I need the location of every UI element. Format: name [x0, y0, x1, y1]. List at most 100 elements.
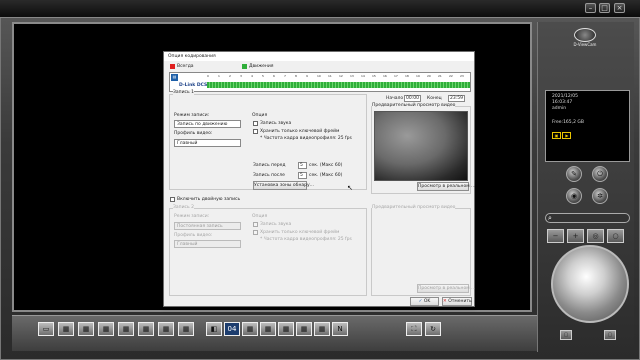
profile2-label: Профиль видео:	[174, 233, 213, 238]
ptz-joystick[interactable]	[551, 245, 629, 323]
keyframe-checkbox[interactable]	[253, 129, 258, 134]
schedule-tick-label: 12	[339, 74, 343, 78]
post-record-input[interactable]: 5	[298, 172, 307, 179]
always-color-icon	[170, 64, 175, 69]
next-page-button[interactable]: N	[332, 322, 348, 336]
keyframe-label: Хранить только ключевой фрейм	[260, 129, 340, 134]
maximize-button[interactable]: □	[599, 3, 610, 13]
schedule-tick-label: 14	[361, 74, 365, 78]
video-preview	[374, 111, 468, 181]
minimize-button[interactable]: –	[585, 3, 596, 13]
globe-logo-icon	[574, 28, 596, 42]
schedule-tick-label: 9	[306, 74, 308, 78]
settings-button[interactable]: ✎	[566, 166, 582, 182]
magnifier-icon: ⌕	[548, 214, 552, 222]
cancel-icon: ✕	[443, 299, 447, 304]
preset-button-2[interactable]: ▢	[604, 330, 616, 340]
status-info-box: 2021/12/05 16:03:47 admin Free:165,2 GB …	[545, 90, 630, 162]
layout-grid-d-button[interactable]: ▦	[296, 322, 312, 336]
end-label: Конец	[427, 96, 442, 101]
record-mode-select[interactable]: Запись по движению	[174, 120, 241, 128]
layout-grid-a-button[interactable]: ▦	[242, 322, 258, 336]
schedule-tick-label: 20	[427, 74, 431, 78]
pre-record-label: Запись перед	[253, 163, 286, 168]
layout-8-button[interactable]: ▦	[98, 322, 114, 336]
post-record-unit: сек. (Макс 60)	[309, 173, 343, 178]
profile-label: Профиль видео:	[174, 131, 213, 136]
schedule-motion-bar[interactable]	[207, 82, 470, 88]
zoom-slider[interactable]: ⌕	[545, 213, 630, 223]
schedule-tick-label: 10	[317, 74, 321, 78]
keyframe2-label: Хранить только ключевой фрейм	[260, 230, 340, 235]
schedule-tick-label: 23	[460, 74, 464, 78]
app-logo: D-ViewCam	[560, 28, 610, 60]
record-mode2-select[interactable]: Постоянная запись	[174, 222, 241, 230]
record1-title: Запись 1	[173, 90, 194, 95]
layout-9-button[interactable]: ▦	[118, 322, 134, 336]
camera-name: D-Link DCS	[179, 83, 208, 88]
option2-title: Опция	[252, 214, 268, 219]
zoom-out-button[interactable]: −	[547, 229, 564, 243]
schedule-tick-label: 0	[207, 74, 209, 78]
playback-button[interactable]: ◉	[566, 188, 582, 204]
schedule-tick-label: 13	[350, 74, 354, 78]
audio-checkbox[interactable]	[253, 121, 258, 126]
layout-16-button[interactable]: ▦	[178, 322, 194, 336]
layout-6-button[interactable]: ▦	[78, 322, 94, 336]
close-button[interactable]: ×	[614, 3, 625, 13]
post-record-label: Запись после	[253, 173, 285, 178]
schedule-tick-label: 16	[383, 74, 387, 78]
ok-button[interactable]: ✓ OK	[410, 297, 439, 306]
iris-button[interactable]: ○	[607, 229, 624, 243]
option-title: Опция	[252, 113, 268, 118]
schedule-tick-label: 4	[251, 74, 253, 78]
logo-text: D-ViewCam	[573, 42, 597, 47]
layout-4-button[interactable]: ▦	[58, 322, 74, 336]
tools-button[interactable]: ✲	[592, 188, 608, 204]
record2-title: Запись 2	[173, 205, 194, 210]
motion-color-icon	[242, 64, 247, 69]
layout-10-button[interactable]: ▦	[138, 322, 154, 336]
page-number: 04	[224, 322, 240, 336]
zoom-in-button[interactable]: +	[567, 229, 584, 243]
mouse-cursor-icon: ↖	[347, 184, 353, 192]
audio2-checkbox[interactable]	[253, 222, 258, 227]
end-time-input[interactable]: 23:59	[448, 95, 465, 102]
prev-page-button[interactable]: ◧	[206, 322, 222, 336]
detection-zone-button[interactable]: Установка зоны обнару...	[253, 181, 314, 190]
fps-note: * Частота кадра видеопрофиля: 25 fps	[260, 136, 352, 141]
schedule-tick-label: 8	[295, 74, 297, 78]
pre-record-input[interactable]: 5	[298, 162, 307, 169]
schedule-tick-label: 2	[229, 74, 231, 78]
schedule-tick-label: 6	[273, 74, 275, 78]
preview-title: Предварительный просмотр видео	[372, 103, 456, 108]
focus-button[interactable]: ◎	[587, 229, 604, 243]
layout-grid-b-button[interactable]: ▦	[260, 322, 276, 336]
layout-13-button[interactable]: ▦	[158, 322, 174, 336]
live-view2-button[interactable]: Просмотр в реальном ...	[417, 284, 475, 293]
cancel-button[interactable]: ✕ Отменить	[442, 297, 472, 306]
layout-grid-e-button[interactable]: ▦	[314, 322, 330, 336]
schedule-tick-label: 21	[438, 74, 442, 78]
schedule-tick-label: 3	[240, 74, 242, 78]
keyframe2-checkbox[interactable]	[253, 230, 258, 235]
check-icon: ✓	[418, 299, 423, 304]
sequence-button[interactable]: ↻	[425, 322, 441, 336]
preset-button-1[interactable]: ▢	[560, 330, 572, 340]
schedule-tick-label: 15	[372, 74, 376, 78]
video-profile2-select[interactable]: Главный	[174, 240, 241, 248]
camera-icon: ▤	[171, 74, 178, 81]
fullscreen-button[interactable]: ⛶	[406, 322, 422, 336]
live-view-button[interactable]: Просмотр в реальном ...	[417, 182, 475, 191]
video-profile-select[interactable]: Главный	[174, 139, 241, 147]
dialog-title: Опция кодирования	[164, 52, 474, 61]
dual-record-checkbox[interactable]	[170, 197, 175, 202]
layout-grid-c-button[interactable]: ▦	[278, 322, 294, 336]
layout-1-button[interactable]: ▭	[38, 322, 54, 336]
schedule-tick-label: 1	[218, 74, 220, 78]
exit-button[interactable]: ⏻	[592, 166, 608, 182]
start-time-input[interactable]: 00:00	[404, 95, 421, 102]
legend-motion-label: Движения	[249, 64, 274, 69]
audio-label: Запись звука	[260, 121, 292, 126]
encoding-options-dialog: Опция кодирования Всегда Движения ▤ D-Li…	[163, 51, 475, 307]
